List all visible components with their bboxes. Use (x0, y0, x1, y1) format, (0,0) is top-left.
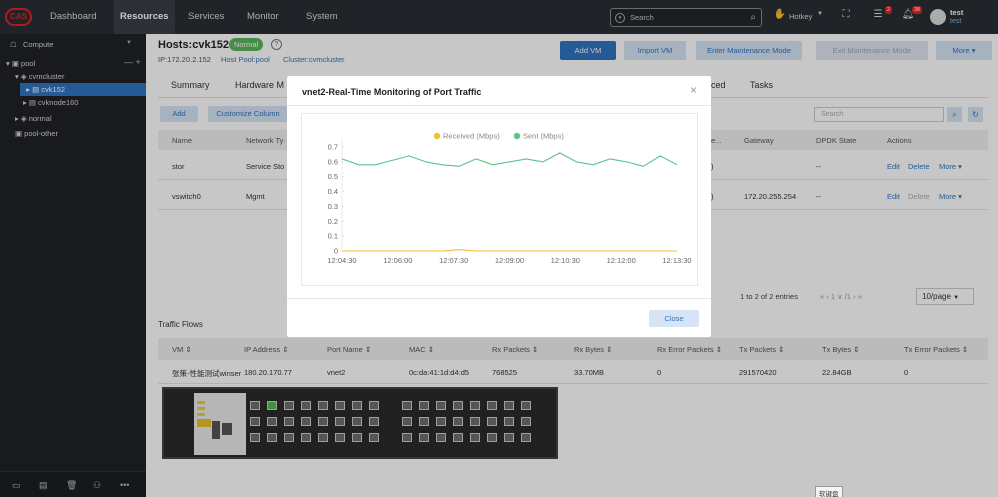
y-tick-label: 0.3 (328, 202, 338, 211)
x-tick-label: 12:04:30 (327, 256, 356, 265)
keyboard-tooltip: 软键盘 (815, 486, 843, 497)
x-tick-label: 12:12:00 (607, 256, 636, 265)
y-tick-label: 0.7 (328, 143, 338, 152)
chart-container: 0 0.1 0.2 0.3 0.4 0.5 0.6 0.7 12:04:30 12:06:00 12… (301, 113, 698, 286)
y-tick-label: 0.1 (328, 232, 338, 241)
y-tick-label: 0.5 (328, 172, 338, 181)
y-tick-label: 0.4 (328, 187, 338, 196)
close-icon[interactable]: × (690, 83, 697, 97)
x-tick-label: 12:06:00 (383, 256, 412, 265)
y-tick-label: 0 (334, 247, 338, 256)
legend-marker (513, 132, 521, 140)
modal-footer-divider (287, 298, 711, 299)
traffic-line-chart: 0 0.1 0.2 0.3 0.4 0.5 0.6 0.7 12:04:30 12:06:00 12… (327, 132, 691, 266)
series-line-received (342, 248, 677, 252)
x-tick-label: 12:09:00 (495, 256, 524, 265)
legend-label: Sent (Mbps) (523, 132, 564, 141)
legend-label: Received (Mbps) (443, 132, 500, 141)
x-tick-label: 12:13:30 (662, 256, 691, 265)
close-button[interactable]: Close (649, 310, 699, 327)
legend-marker (433, 132, 441, 140)
modal-divider (287, 105, 711, 106)
modal-title: vnet2-Real-Time Monitoring of Port Traff… (302, 87, 482, 97)
y-tick-label: 0.6 (328, 157, 338, 166)
series-line-sent (341, 152, 678, 167)
y-tick-label: 0.2 (328, 217, 338, 226)
x-tick-label: 12:07:30 (439, 256, 468, 265)
app-root: CAS Dashboard Resources Services Monitor… (0, 0, 998, 497)
port-traffic-modal: vnet2-Real-Time Monitoring of Port Traff… (287, 76, 711, 337)
x-tick-label: 12:10:30 (551, 256, 580, 265)
